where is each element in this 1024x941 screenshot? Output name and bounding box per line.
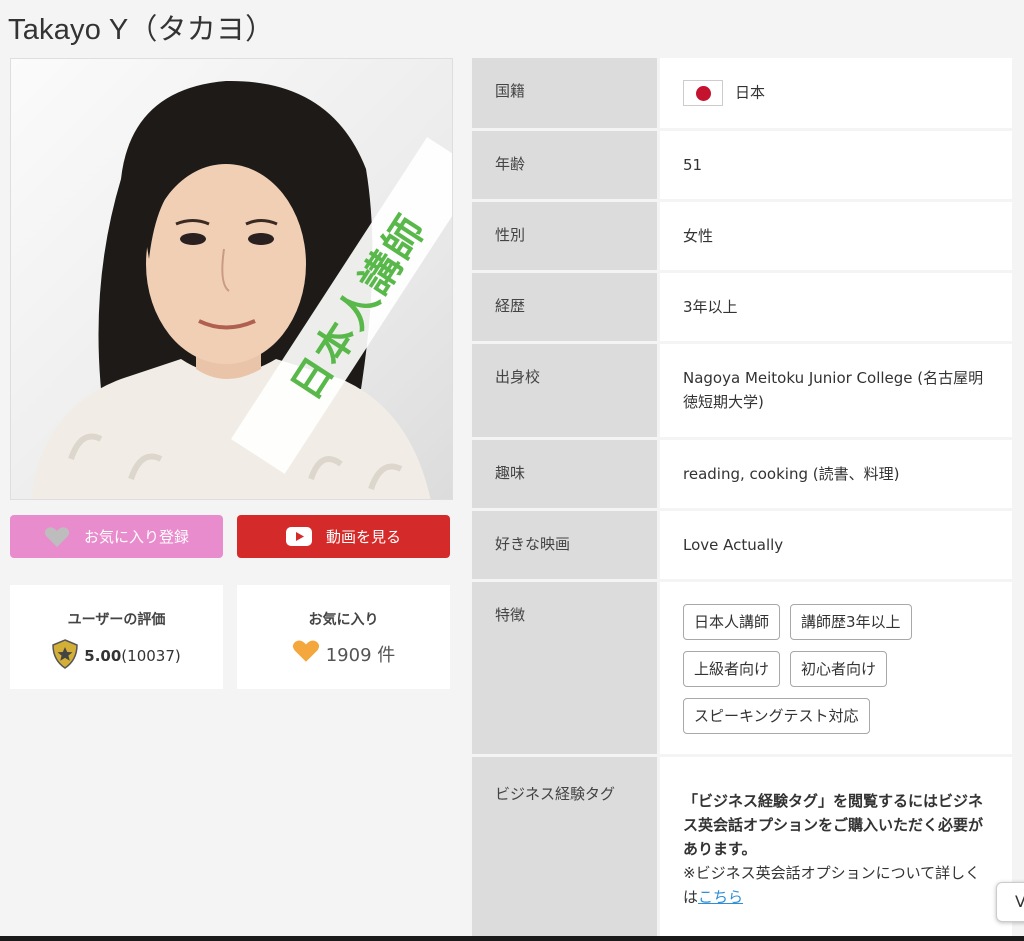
hobby-label: 趣味 [472, 440, 657, 508]
bottom-edge [0, 936, 1024, 941]
shield-star-icon [52, 639, 79, 673]
experience-value: 3年以上 [660, 273, 1012, 341]
gender-label: 性別 [472, 202, 657, 270]
play-icon [285, 527, 312, 546]
watch-video-label: 動画を見る [325, 528, 401, 546]
age-label: 年齢 [472, 131, 657, 199]
add-favorite-label: お気に入り登録 [83, 528, 189, 546]
row-movie: 好きな映画 Love Actually [472, 511, 1012, 579]
profile-details-table: 国籍 日本 年齢 51 性別 女性 経歴 3年以上 出身校 Nagoya Mei… [472, 58, 1012, 940]
movie-value: Love Actually [660, 511, 1012, 579]
row-business-tags: ビジネス経験タグ 「ビジネス経験タグ」を閲覧するにはビジネス英会話オプションをご… [472, 757, 1012, 937]
row-age: 年齢 51 [472, 131, 1012, 199]
orange-heart-icon [292, 639, 320, 668]
rating-card: ユーザーの評価 5.00(10037) [10, 585, 223, 689]
nationality-label: 国籍 [472, 58, 657, 128]
feature-tag: 講師歴3年以上 [790, 604, 912, 640]
feature-tag: 初心者向け [790, 651, 888, 687]
teacher-photo: 日本人講師 [10, 58, 453, 500]
movie-label: 好きな映画 [472, 511, 657, 579]
business-option-link[interactable]: こちら [698, 888, 743, 906]
heart-icon [44, 526, 70, 548]
favorites-count: 1909 件 [325, 644, 396, 666]
favorites-card: お気に入り 1909 件 [237, 585, 450, 689]
add-favorite-button[interactable]: お気に入り登録 [10, 515, 223, 558]
row-hobby: 趣味 reading, cooking (読書、料理) [472, 440, 1012, 508]
page-title: Takayo Y（タカヨ） [8, 14, 275, 46]
rating-title: ユーザーの評価 [67, 612, 166, 628]
school-label: 出身校 [472, 344, 657, 437]
nationality-value: 日本 [735, 83, 766, 102]
business-label: ビジネス経験タグ [472, 757, 657, 937]
watch-video-button[interactable]: 動画を見る [237, 515, 450, 558]
row-experience: 経歴 3年以上 [472, 273, 1012, 341]
feature-tag: 日本人講師 [683, 604, 781, 640]
feature-tag: 上級者向け [683, 651, 781, 687]
row-gender: 性別 女性 [472, 202, 1012, 270]
favorites-title: お気に入り [308, 612, 379, 628]
floating-widget-button[interactable]: V [996, 882, 1024, 922]
row-features: 特徴 日本人講師 講師歴3年以上 上級者向け 初心者向け スピーキングテスト対応 [472, 582, 1012, 754]
rating-count: (10037) [121, 647, 181, 665]
row-nationality: 国籍 日本 [472, 58, 1012, 128]
japan-flag-icon [683, 80, 723, 106]
experience-label: 経歴 [472, 273, 657, 341]
rating-score: 5.00 [84, 647, 122, 665]
row-school: 出身校 Nagoya Meitoku Junior College (名古屋明徳… [472, 344, 1012, 437]
school-value: Nagoya Meitoku Junior College (名古屋明徳短期大学… [660, 344, 1012, 437]
features-label: 特徴 [472, 582, 657, 754]
feature-tags: 日本人講師 講師歴3年以上 上級者向け 初心者向け スピーキングテスト対応 [683, 604, 1003, 734]
hobby-value: reading, cooking (読書、料理) [660, 440, 1012, 508]
feature-tag: スピーキングテスト対応 [683, 698, 870, 734]
business-notice: 「ビジネス経験タグ」を閲覧するにはビジネス英会話オプションをご購入いただく必要が… [683, 792, 984, 858]
age-value: 51 [660, 131, 1012, 199]
gender-value: 女性 [660, 202, 1012, 270]
